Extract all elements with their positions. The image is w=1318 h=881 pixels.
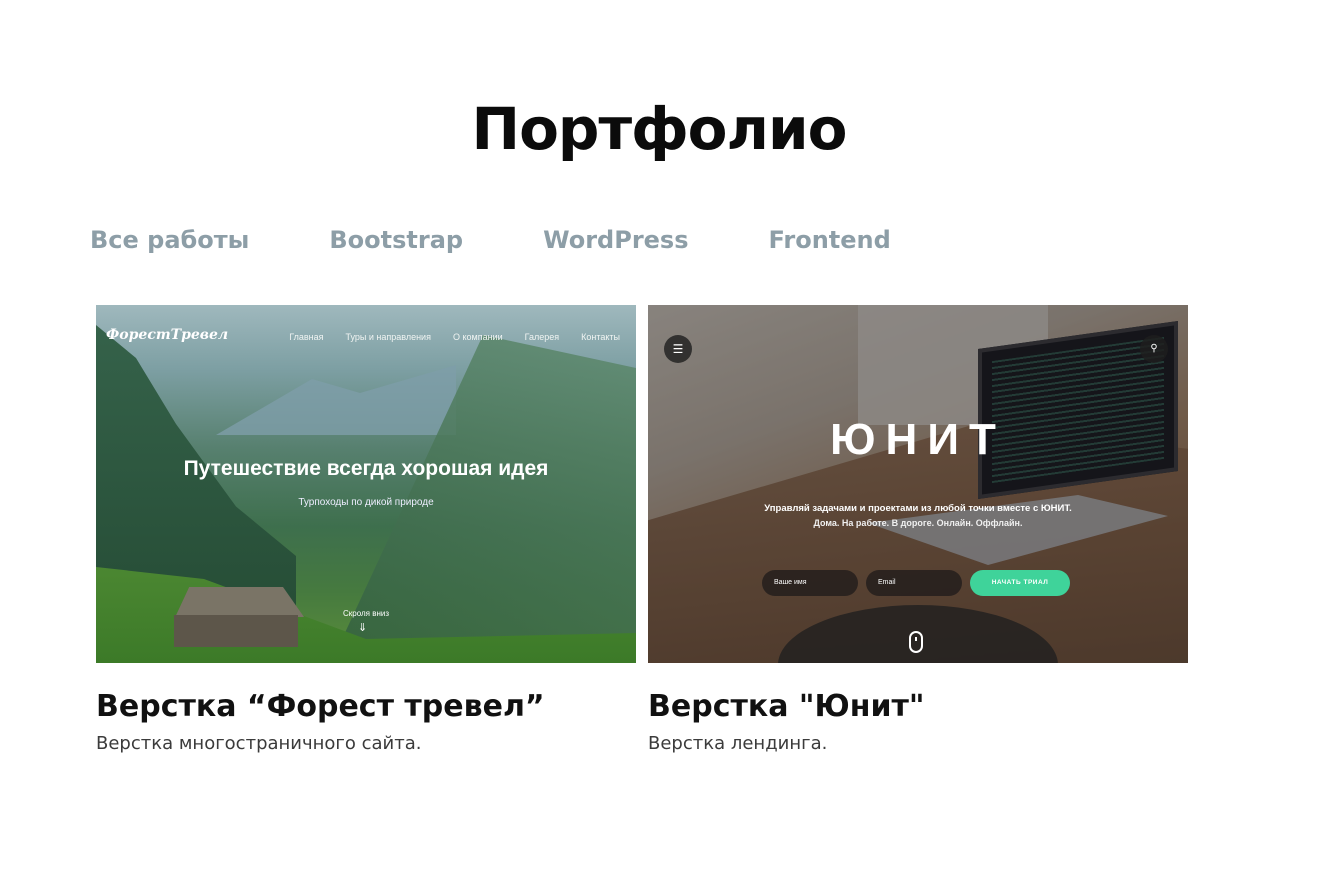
preview-subheadline: Турпоходы по дикой природе <box>298 497 434 508</box>
project-card-forest[interactable]: ФорестТревел Главная Туры и направления … <box>96 305 636 757</box>
preview-scroll-label: Скроля вниз <box>342 609 390 618</box>
preview-nav: Главная Туры и направления О компании Га… <box>289 332 620 342</box>
preview-headline: ЮНИТ <box>830 415 1006 464</box>
search-icon: ⚲ <box>1140 335 1168 363</box>
preview-tagline: Дома. На работе. В дороге. Онлайн. Оффла… <box>813 518 1023 528</box>
preview-nav-item: Туры и направления <box>345 332 431 342</box>
preview-cta-button: НАЧАТЬ ТРИАЛ <box>970 570 1070 596</box>
mountain-shape <box>216 365 456 435</box>
portfolio-filters: Все работы Bootstrap WordPress Frontend <box>90 222 891 258</box>
preview-nav-item: Галерея <box>524 332 560 342</box>
preview-subheadline: Управляй задачами и проектами из любой т… <box>764 503 1072 514</box>
project-thumbnail-forest[interactable]: ФорестТревел Главная Туры и направления … <box>96 305 636 663</box>
filter-frontend[interactable]: Frontend <box>769 222 891 258</box>
chevron-down-icon: ⇓ <box>358 621 368 634</box>
preview-logo: ФорестТревел <box>106 327 229 343</box>
project-title[interactable]: Верстка "Юнит" <box>648 689 1188 725</box>
preview-nav-item: Главная <box>289 332 324 342</box>
portfolio-header: Портфолио <box>0 92 1318 166</box>
preview-headline: Путешествие всегда хорошая идея <box>183 457 549 480</box>
project-thumbnail-unit[interactable]: ☰ ⚲ ЮНИТ Управляй задачами и проектами и… <box>648 305 1188 663</box>
preview-email-field: Email <box>866 570 962 596</box>
preview-name-field: Ваше имя <box>762 570 858 596</box>
project-description: Верстка многостраничного сайта. <box>96 733 422 754</box>
preview-nav-item: О компании <box>452 332 503 342</box>
filter-all[interactable]: Все работы <box>90 222 249 258</box>
project-title[interactable]: Верстка “Форест тревел” <box>96 689 636 725</box>
filter-wordpress[interactable]: WordPress <box>543 222 688 258</box>
project-card-unit[interactable]: ☰ ⚲ ЮНИТ Управляй задачами и проектами и… <box>648 305 1188 757</box>
page-title-text: Портфолио <box>471 95 848 163</box>
preview-nav-item: Контакты <box>581 332 620 342</box>
mouse-scroll-icon <box>909 631 923 653</box>
menu-icon: ☰ <box>664 335 692 363</box>
project-description: Верстка лендинга. <box>648 733 828 754</box>
hut-wall <box>174 615 298 647</box>
page-title: Портфолио <box>463 92 855 166</box>
dark-overlay <box>648 305 1188 663</box>
filter-bootstrap[interactable]: Bootstrap <box>329 222 463 258</box>
